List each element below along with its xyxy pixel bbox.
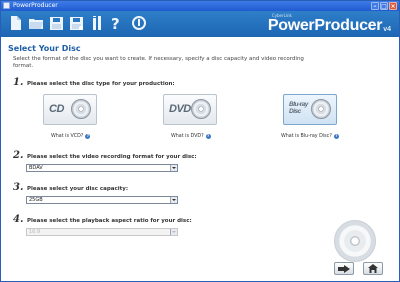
maximize-button[interactable]: □ <box>380 2 388 10</box>
aspect-ratio-select: 16:9 <box>26 228 178 236</box>
step-label: Please select the video recording format… <box>27 154 197 160</box>
dvd-logo: DVD <box>169 103 191 115</box>
home-icon <box>368 264 378 273</box>
step-3: 3. Please select your disc capacity: <box>13 182 128 193</box>
disc-icon <box>71 99 91 119</box>
what-is-vcd-link[interactable]: What is VCD? ? <box>51 134 91 139</box>
step-number: 3. <box>13 182 24 193</box>
recording-format-select[interactable]: BDAV <box>26 164 178 172</box>
chevron-down-icon[interactable] <box>170 197 177 203</box>
brand-name: PowerProducer <box>267 17 383 34</box>
disc-capacity-select[interactable]: 25GB <box>26 196 178 204</box>
app-icon <box>3 2 10 9</box>
disc-icon <box>191 99 211 119</box>
brand-logo: CyberLink PowerProducer v4 <box>268 13 391 35</box>
minimize-button[interactable]: – <box>371 2 379 10</box>
next-button[interactable] <box>334 262 354 275</box>
select-value: BDAV <box>29 165 43 171</box>
main-content: Select Your Disc Select the format of th… <box>1 37 399 281</box>
select-value: 16:9 <box>29 229 41 235</box>
page-title: Select Your Disc <box>8 44 81 53</box>
disc-decoration-icon <box>334 220 376 262</box>
svg-text:?: ? <box>111 16 120 31</box>
save-icon[interactable] <box>49 15 63 31</box>
app-window: PowerProducer – □ × ? CyberLink PowerPro… <box>0 0 400 282</box>
help-circle-icon: ? <box>333 134 339 139</box>
link-text: What is VCD? <box>51 134 84 139</box>
cd-logo: CD <box>49 103 64 115</box>
what-is-dvd-link[interactable]: What is DVD? ? <box>171 134 211 139</box>
disc-option-dvd[interactable]: DVD <box>163 94 217 125</box>
close-button[interactable]: × <box>389 2 397 10</box>
help-icon[interactable]: ? <box>109 15 123 31</box>
new-document-icon[interactable] <box>8 15 22 31</box>
help-circle-icon: ? <box>85 134 91 139</box>
disc-icon <box>311 99 331 119</box>
step-label: Please select the disc type for your pro… <box>27 81 175 87</box>
step-number: 2. <box>13 150 24 161</box>
step-label: Please select your disc capacity: <box>27 186 129 192</box>
step-number: 4. <box>13 214 24 225</box>
step-number: 1. <box>13 77 24 88</box>
select-value: 25GB <box>29 197 43 203</box>
brand-cyberlink: CyberLink <box>271 13 292 18</box>
open-folder-icon[interactable] <box>29 15 43 31</box>
toolbar: ? CyberLink PowerProducer v4 <box>1 11 399 37</box>
page-subtitle: Select the format of the disc you want t… <box>13 56 304 69</box>
link-text: What is Blu-ray Disc? <box>281 134 332 139</box>
home-button[interactable] <box>363 262 383 275</box>
help-circle-icon: ? <box>205 134 211 139</box>
window-title: PowerProducer <box>13 2 58 9</box>
step-2: 2. Please select the video recording for… <box>13 150 197 161</box>
next-arrow-icon <box>338 264 350 273</box>
chevron-down-icon[interactable] <box>170 165 177 171</box>
step-4: 4. Please select the playback aspect rat… <box>13 214 192 225</box>
step-1: 1. Please select the disc type for your … <box>13 77 175 88</box>
bluray-logo: Blu-ray Disc <box>289 101 308 115</box>
chevron-down-icon <box>170 229 177 235</box>
settings-icon[interactable] <box>90 15 104 31</box>
step-label: Please select the playback aspect ratio … <box>27 218 192 224</box>
info-icon[interactable] <box>132 15 146 31</box>
brand-version: v4 <box>383 26 391 33</box>
what-is-bluray-link[interactable]: What is Blu-ray Disc? ? <box>281 134 339 139</box>
save-as-icon[interactable] <box>69 15 83 31</box>
disc-option-vcd[interactable]: CD <box>43 94 97 125</box>
link-text: What is DVD? <box>171 134 204 139</box>
title-bar: PowerProducer – □ × <box>1 1 399 11</box>
disc-option-bluray[interactable]: Blu-ray Disc <box>283 94 337 125</box>
